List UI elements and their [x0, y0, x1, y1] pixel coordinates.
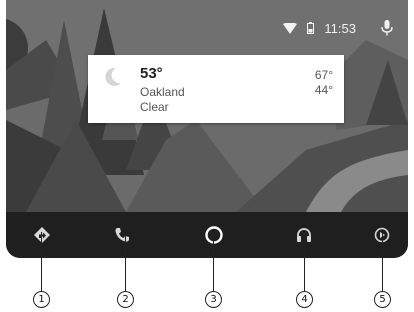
callout-line-5 [382, 232, 383, 291]
nav-button-navigation[interactable] [28, 221, 56, 249]
nav-button-home[interactable] [200, 221, 228, 249]
status-bar: 11:53 [283, 19, 394, 37]
weather-condition: Clear [140, 100, 169, 114]
navigation-bar [6, 212, 408, 258]
callout-line-4 [304, 232, 305, 291]
car-display-screen: 11:53 53° Oakland Clear 67° 44° [6, 0, 408, 258]
callout-line-3 [213, 232, 214, 291]
callout-label-1: 1 [33, 291, 50, 308]
moon-icon [105, 67, 121, 86]
weather-card[interactable]: 53° Oakland Clear 67° 44° [88, 55, 344, 123]
nav-button-phone[interactable] [108, 221, 136, 249]
clock-time: 11:53 [324, 20, 356, 36]
battery-icon [307, 22, 315, 34]
high-temperature: 67° [314, 68, 333, 82]
callout-label-3: 3 [205, 291, 222, 308]
city-name: Oakland [140, 85, 185, 99]
callout-label-4: 4 [296, 291, 313, 308]
navigation-arrow-icon [34, 227, 50, 243]
low-temperature: 44° [314, 83, 333, 97]
wifi-icon [283, 22, 298, 34]
callout-label-5: 5 [374, 291, 391, 308]
callout-label-2: 2 [117, 291, 134, 308]
callout-line-1 [41, 232, 42, 291]
callout-line-2 [125, 232, 126, 291]
current-temperature: 53° [140, 65, 163, 82]
microphone-icon[interactable] [380, 20, 394, 36]
phone-icon [115, 228, 129, 242]
home-circle-icon [205, 226, 223, 244]
